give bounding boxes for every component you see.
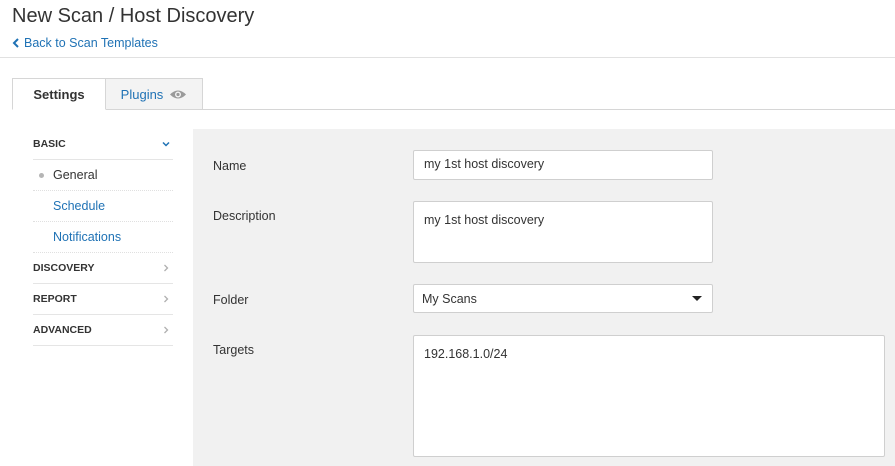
eye-icon (170, 90, 187, 98)
sidebar-section-report-label: REPORT (33, 293, 77, 305)
settings-form-panel: Name my 1st host discovery Description m… (193, 129, 895, 466)
folder-select-value: My Scans (422, 291, 477, 306)
sidebar-item-general[interactable]: General (33, 160, 173, 191)
sidebar-item-general-label: General (53, 168, 98, 182)
sidebar-item-notifications[interactable]: Notifications (33, 222, 173, 253)
chevron-right-icon (164, 295, 169, 303)
tab-settings-label: Settings (33, 86, 85, 102)
sidebar-section-advanced[interactable]: ADVANCED (33, 315, 173, 346)
name-label: Name (213, 159, 247, 173)
chevron-left-icon (12, 38, 19, 48)
chevron-down-icon (162, 141, 170, 147)
targets-textarea-value: 192.168.1.0/24 (424, 347, 508, 361)
sidebar-section-basic-label: BASIC (33, 138, 66, 150)
folder-label: Folder (213, 293, 249, 307)
tab-plugins[interactable]: Plugins (106, 78, 203, 110)
back-link-label: Back to Scan Templates (24, 36, 158, 50)
sidebar-section-discovery-label: DISCOVERY (33, 262, 95, 274)
sidebar-item-schedule-label: Schedule (53, 199, 106, 213)
sidebar-item-notifications-label: Notifications (53, 230, 122, 244)
tab-plugins-label: Plugins (120, 86, 164, 102)
sidebar-section-advanced-label: ADVANCED (33, 324, 92, 336)
targets-textarea[interactable]: 192.168.1.0/24 (413, 335, 885, 457)
tab-settings[interactable]: Settings (12, 78, 106, 110)
tabs-divider (12, 109, 895, 110)
description-textarea[interactable]: my 1st host discovery (413, 201, 713, 263)
page-title: New Scan / Host Discovery (12, 5, 255, 27)
description-label: Description (213, 209, 276, 223)
folder-select[interactable]: My Scans (413, 284, 713, 313)
caret-down-icon (692, 296, 702, 301)
description-textarea-value: my 1st host discovery (424, 213, 545, 227)
sidebar-section-report[interactable]: REPORT (33, 284, 173, 315)
sidebar-item-schedule[interactable]: Schedule (33, 191, 173, 222)
header-divider (0, 57, 895, 58)
name-input-value: my 1st host discovery (424, 157, 545, 171)
back-to-scan-templates-link[interactable]: Back to Scan Templates (12, 36, 158, 50)
name-input[interactable]: my 1st host discovery (413, 150, 713, 180)
tab-bar: Settings Plugins (12, 78, 203, 110)
sidebar-section-basic[interactable]: BASIC (33, 129, 173, 160)
chevron-right-icon (164, 326, 169, 334)
active-dot-icon (39, 173, 44, 178)
settings-sidebar: BASIC General Schedule Notifications DIS… (33, 129, 173, 346)
targets-label: Targets (213, 343, 254, 357)
chevron-right-icon (164, 264, 169, 272)
sidebar-section-discovery[interactable]: DISCOVERY (33, 253, 173, 284)
